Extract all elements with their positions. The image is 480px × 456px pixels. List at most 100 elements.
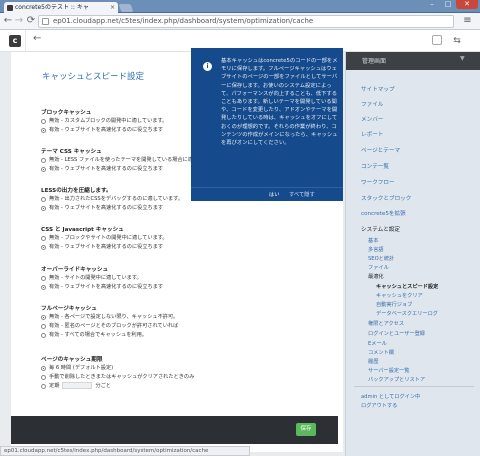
new-tab-button[interactable] xyxy=(118,4,134,12)
radio-option[interactable]: 有効 - ウェブサイトを高速化するのに役立ちます xyxy=(41,243,168,252)
help-ok-button[interactable]: はい xyxy=(269,188,280,202)
sidebar-subitem-comments[interactable]: コメント欄 xyxy=(368,349,394,356)
close-tab-icon[interactable]: × xyxy=(110,2,115,13)
help-footer: はい すべて隠す xyxy=(191,187,343,201)
sidebar-subitem-email[interactable]: Eメール xyxy=(368,340,387,347)
sidebar-item-members[interactable]: メンバー xyxy=(361,115,383,123)
radio-button[interactable] xyxy=(41,197,46,202)
dashboard-toggle-icon[interactable]: ⇆ xyxy=(450,34,464,48)
logged-in-user[interactable]: admin としてログイン中 xyxy=(361,393,420,400)
maximize-icon[interactable]: □ xyxy=(440,0,456,9)
sidebar-item-workflow[interactable]: ワークフロー xyxy=(361,178,395,186)
option-label: 無効 - サイトの開発中に適しています。 xyxy=(49,275,142,281)
option-label: 定期 xyxy=(49,383,60,389)
sidebar-subitem-backup[interactable]: バックアップとリストア xyxy=(368,376,425,383)
sidebar-subitem-history[interactable]: 履歴 xyxy=(368,358,378,365)
full-page-cache-section: フルページキャッシュ 無効 - 各ページで設定しない限り、キャッシュ不許可。 有… xyxy=(41,305,178,340)
radio-button[interactable] xyxy=(41,167,46,172)
sidebar-subitem-jobs[interactable]: 自動実行ジョブ xyxy=(376,301,412,308)
radio-button[interactable] xyxy=(41,276,46,281)
radio-button[interactable] xyxy=(41,324,46,329)
option-label: 無効 - 各ページで設定しない限り、キャッシュ不許可。 xyxy=(49,314,179,320)
radio-button[interactable] xyxy=(41,119,46,124)
radio-button[interactable] xyxy=(41,384,46,389)
radio-option[interactable]: 無効 - サイトの開発中に適しています。 xyxy=(41,274,163,283)
radio-button[interactable] xyxy=(41,333,46,338)
browser-tab[interactable]: concrete5のテスト :: キャ × xyxy=(4,2,118,13)
sidebar-item-stacks-blocks[interactable]: スタックとブロック xyxy=(361,194,411,202)
radio-option[interactable]: 有効 - 匿名のページとそのブロックが許可されていれば xyxy=(41,322,178,331)
sidebar-subitem-optimization[interactable]: 最適化 xyxy=(368,273,384,280)
option-label: 無効 - カスタムブロックの開発中に適しています。 xyxy=(49,118,168,124)
forward-icon[interactable]: → xyxy=(13,15,25,27)
radio-option[interactable]: 有効 - ウェブサイトを高速化するのに役立ちます xyxy=(41,204,183,213)
sidebar-title: 管理画面 xyxy=(362,58,387,65)
radio-option[interactable]: 無効 - ブロックやサイトの開発中に適しています。 xyxy=(41,234,168,243)
minutes-input[interactable] xyxy=(62,382,93,389)
section-label: CSS と Javascript キャッシュ xyxy=(41,227,124,233)
radio-button[interactable] xyxy=(41,158,46,163)
option-label: 有効 - ウェブサイトを高速化するのに役立ちます xyxy=(49,244,164,250)
save-button[interactable]: 保存 xyxy=(296,423,316,436)
option-label: 有効 - ウェブサイトを高速化するのに役立ちます xyxy=(49,166,164,172)
sidebar-item-extend[interactable]: concrete5を拡張 xyxy=(361,209,406,217)
radio-button[interactable] xyxy=(41,245,46,250)
chevron-down-icon[interactable]: ▼ xyxy=(460,55,465,62)
logout-link[interactable]: ログアウトする xyxy=(361,402,397,409)
radio-option[interactable]: 定期 分ごと xyxy=(41,382,194,391)
sidebar-item-pages-themes[interactable]: ページとテーマ xyxy=(361,146,400,154)
help-icon[interactable] xyxy=(432,35,442,45)
radio-option[interactable]: 有効 - すべての場合でキャッシュを利用。 xyxy=(41,331,178,340)
radio-button[interactable] xyxy=(41,285,46,290)
reload-icon[interactable]: ⟳ xyxy=(25,15,37,27)
option-label: 有効 - ウェブサイトを高速化するのに役立ちます xyxy=(49,205,164,211)
option-label: 有効 - 匿名のページとそのブロックが許可されていれば xyxy=(49,323,179,329)
sidebar-item-reports[interactable]: レポート xyxy=(361,130,383,138)
radio-option[interactable]: 無効 - 各ページで設定しない限り、キャッシュ不許可。 xyxy=(41,313,178,322)
sidebar-subitem-registration[interactable]: ログインとユーザー登録 xyxy=(368,330,425,337)
sidebar-subitem-files[interactable]: ファイル xyxy=(368,264,389,271)
dashboard-sidebar: 管理画面 ▼ サイトマップ ファイル メンバー レポート ページとテーマ コンテ… xyxy=(345,52,480,456)
url-text: ep01.cloudapp.net/c5tes/index.php/dashbo… xyxy=(53,17,314,25)
radio-button[interactable] xyxy=(41,366,46,371)
sidebar-subitem-multilingual[interactable]: 多言語 xyxy=(368,246,384,253)
sidebar-subitem-query-log[interactable]: データベースクエリーログ xyxy=(376,310,438,317)
radio-button[interactable] xyxy=(41,236,46,241)
sidebar-header: 管理画面 ▼ xyxy=(346,52,480,70)
minimize-icon[interactable]: – xyxy=(424,0,440,9)
sidebar-subitem-basics[interactable]: 基本 xyxy=(368,237,378,244)
radio-option[interactable]: 無効 - カスタムブロックの開発中に適しています。 xyxy=(41,117,167,126)
radio-option[interactable]: 毎 6 時間 (デフォルト設定) xyxy=(41,364,194,373)
favicon-icon xyxy=(7,5,13,11)
window-close-icon[interactable]: ✕ xyxy=(456,0,478,9)
sidebar-item-files[interactable]: ファイル xyxy=(361,100,383,108)
address-bar[interactable]: ep01.cloudapp.net/c5tes/index.php/dashbo… xyxy=(38,15,454,28)
info-icon: i xyxy=(203,62,212,71)
sidebar-subitem-cache-settings[interactable]: キャッシュとスピード設定 xyxy=(376,283,438,290)
radio-button[interactable] xyxy=(41,315,46,320)
help-panel: i 基本キャッシュはconcrete5のコードの一部をメモリに保存します。フルペ… xyxy=(191,48,343,201)
sidebar-subitem-seo[interactable]: SEOと統計 xyxy=(368,255,394,262)
option-label: 無効 - ブロックやサイトの開発中に適しています。 xyxy=(49,235,168,241)
radio-option[interactable]: 有効 - ウェブサイトを高速化するのに役立ちます xyxy=(41,126,167,135)
section-label: LESSの出力を圧縮します。 xyxy=(41,188,112,194)
css-js-cache-section: CSS と Javascript キャッシュ 無効 - ブロックやサイトの開発中… xyxy=(41,226,168,252)
sidebar-item-system[interactable]: システムと設定 xyxy=(361,225,400,233)
radio-option[interactable]: 手動で削除したときまたはキャッシュがクリアされたときのみ xyxy=(41,373,194,382)
page-icon xyxy=(42,18,49,25)
override-cache-section: オーバーライドキャッシュ 無効 - サイトの開発中に適しています。 有効 - ウ… xyxy=(41,266,163,292)
radio-button[interactable] xyxy=(41,128,46,133)
concrete5-logo-icon[interactable]: c xyxy=(9,35,21,47)
radio-option[interactable]: 無効 - 出力されたCSSをデバッグするのに適しています。 xyxy=(41,195,183,204)
back-arrow-icon[interactable]: ← xyxy=(33,33,41,44)
radio-option[interactable]: 有効 - ウェブサイトを高速化するのに役立ちます xyxy=(41,283,163,292)
browser-menu-icon[interactable]: ≡ xyxy=(462,15,473,27)
sidebar-subitem-environment[interactable]: サーバー設定一覧 xyxy=(368,367,409,374)
radio-button[interactable] xyxy=(41,375,46,380)
radio-button[interactable] xyxy=(41,206,46,211)
sidebar-item-conversations[interactable]: コンテ一覧 xyxy=(361,162,389,170)
sidebar-subitem-permissions[interactable]: 権限とアクセス xyxy=(368,320,404,327)
sidebar-subitem-clear-cache[interactable]: キャッシュをクリア xyxy=(376,292,423,299)
sidebar-item-sitemap[interactable]: サイトマップ xyxy=(361,85,395,93)
hide-all-help-link[interactable]: すべて隠す xyxy=(289,188,315,202)
